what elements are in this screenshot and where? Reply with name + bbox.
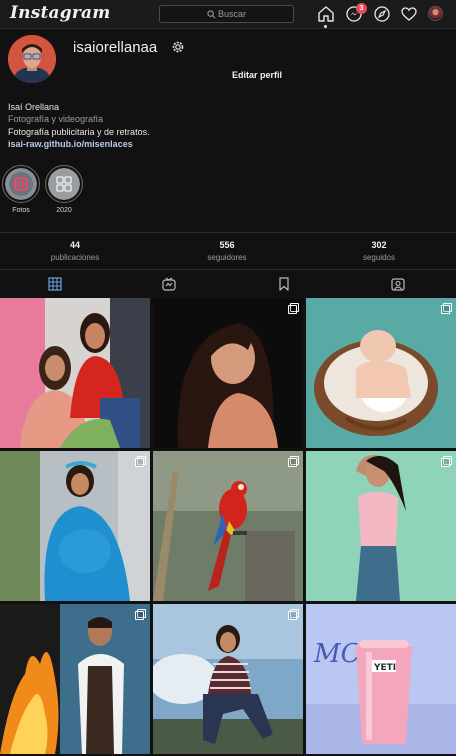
profile-full-name: Isaí Orellana (8, 102, 60, 112)
post-image (153, 604, 303, 754)
post-tile[interactable] (153, 604, 303, 754)
search-icon (207, 10, 216, 19)
svg-text:MC: MC (313, 639, 361, 669)
post-tile[interactable] (0, 604, 150, 754)
multiple-photos-icon (288, 456, 299, 467)
explore-icon[interactable] (373, 5, 391, 23)
highlight-fotos-cover (5, 168, 37, 200)
multiple-photos-icon (288, 609, 299, 620)
igtv-icon[interactable] (162, 277, 176, 291)
highlight-2020[interactable]: 2020 (45, 165, 83, 214)
multiple-photos-icon (441, 303, 452, 314)
highlight-ring (45, 165, 83, 203)
post-image (306, 451, 456, 601)
stat-value: 44 (69, 240, 80, 250)
stat-posts[interactable]: 44 publicaciones (25, 240, 125, 262)
multiple-photos-icon (441, 456, 452, 467)
profile-stats: 44 publicaciones 556 seguidores 302 segu… (0, 232, 456, 270)
multiple-photos-icon (135, 456, 146, 467)
profile-picture[interactable] (8, 35, 56, 83)
stat-value: 302 (371, 240, 387, 250)
activity-heart-icon[interactable] (400, 5, 418, 23)
search-input[interactable]: Buscar (159, 5, 294, 23)
posts-grid: MC YETI (0, 298, 456, 756)
post-tile[interactable] (306, 451, 456, 601)
post-image (153, 451, 303, 601)
stat-label: seguidos (362, 253, 396, 262)
svg-text:YETI: YETI (373, 663, 396, 673)
post-image: MC YETI (306, 604, 456, 754)
profile-username: isaiorellanaa (73, 39, 158, 56)
instagram-logo[interactable]: Instagram (10, 3, 110, 23)
stat-following[interactable]: 302 seguidos (329, 240, 429, 262)
highlight-2020-cover (48, 168, 80, 200)
search-placeholder: Buscar (218, 9, 247, 19)
posts-grid-icon[interactable] (48, 277, 62, 291)
post-image (153, 298, 303, 448)
profile-bio: Fotografía publicitaria y de retratos. (8, 127, 150, 137)
post-tile[interactable] (306, 298, 456, 448)
tagged-icon[interactable] (391, 277, 405, 291)
profile-tabs (0, 271, 456, 298)
edit-profile-button[interactable]: Editar perfil (232, 70, 282, 80)
post-tile[interactable] (153, 298, 303, 448)
stat-label: publicaciones (50, 253, 100, 262)
profile-category: Fotografía y videografía (8, 114, 104, 124)
post-tile[interactable] (0, 451, 150, 601)
post-image (306, 298, 456, 448)
post-image (0, 298, 150, 448)
top-nav: Instagram Buscar 3 (0, 0, 456, 29)
home-icon[interactable] (317, 5, 335, 23)
stat-label: seguidores (207, 253, 247, 262)
stat-followers[interactable]: 556 seguidores (177, 240, 277, 262)
multiple-photos-icon (288, 303, 299, 314)
active-indicator (324, 25, 327, 28)
profile-website-link[interactable]: isai-raw.github.io/misenlaces (8, 139, 133, 149)
profile-avatar[interactable] (428, 6, 443, 21)
messages-badge: 3 (356, 3, 367, 14)
highlight-fotos[interactable]: Fotos (2, 165, 40, 214)
stat-value: 556 (219, 240, 235, 250)
post-image (0, 451, 150, 601)
gear-icon[interactable] (171, 40, 185, 54)
highlight-ring (2, 165, 40, 203)
highlight-label: 2020 (56, 207, 72, 214)
post-tile[interactable]: MC YETI (306, 604, 456, 754)
post-tile[interactable] (0, 298, 150, 448)
profile-picture-art (8, 35, 56, 83)
post-tile[interactable] (153, 451, 303, 601)
saved-icon[interactable] (277, 277, 291, 291)
multiple-photos-icon (135, 609, 146, 620)
highlight-label: Fotos (12, 207, 30, 214)
post-image (0, 604, 150, 754)
